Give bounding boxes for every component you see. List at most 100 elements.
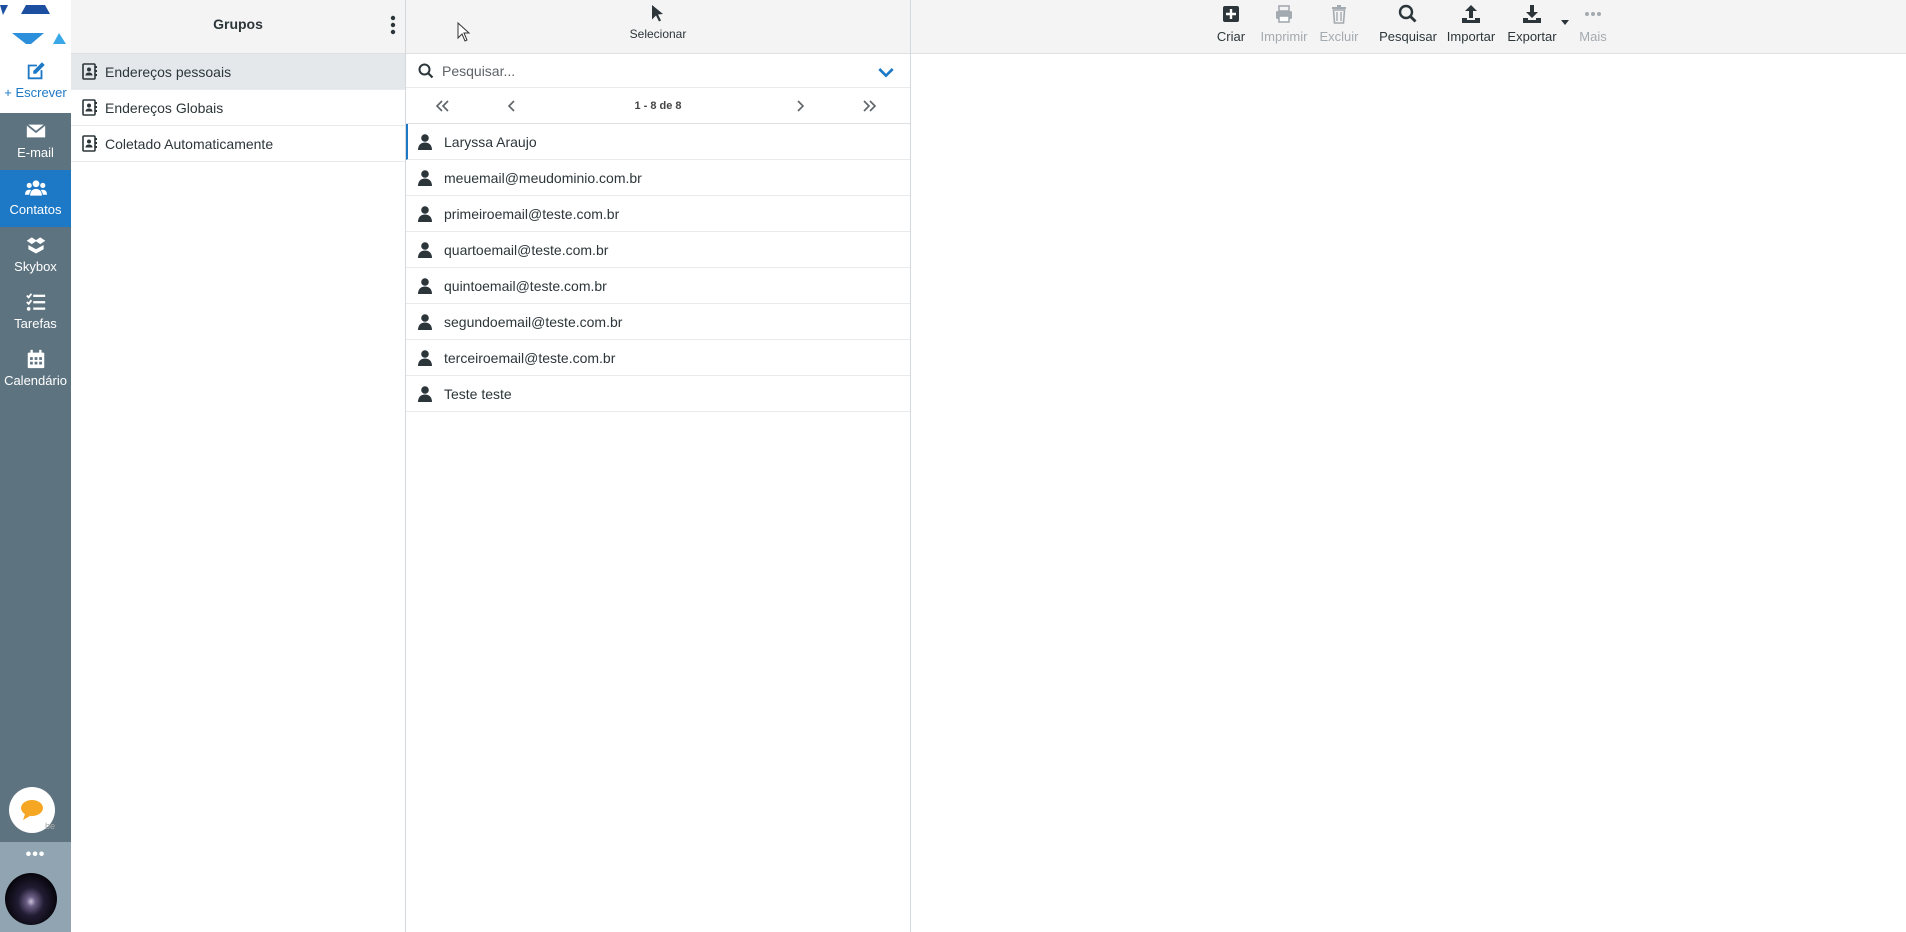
last-page-button[interactable] xyxy=(861,97,879,115)
avatar[interactable] xyxy=(5,873,57,925)
double-chevron-right-icon xyxy=(863,100,877,112)
search-input[interactable] xyxy=(442,62,842,79)
kebab-menu-icon[interactable] xyxy=(389,14,397,36)
contact-name: terceiroemail@teste.com.br xyxy=(444,349,616,366)
app-logo[interactable] xyxy=(0,0,71,53)
nav-item-label: Skybox xyxy=(14,259,57,274)
chat-bubble-icon xyxy=(21,800,43,820)
search-button[interactable]: Pesquisar xyxy=(1377,4,1439,44)
list-item[interactable]: meuemail@meudominio.com.br xyxy=(406,160,910,196)
print-button[interactable]: Imprimir xyxy=(1255,4,1313,44)
list-item[interactable]: quartoemail@teste.com.br xyxy=(406,232,910,268)
boxes-icon xyxy=(26,237,45,254)
mouse-cursor-icon xyxy=(457,22,471,42)
more-button[interactable]: Mais xyxy=(1573,4,1613,44)
download-icon xyxy=(1523,5,1541,23)
pagination: 1 - 8 de 8 xyxy=(406,88,910,124)
search-bar xyxy=(406,54,910,88)
groups-title: Grupos xyxy=(213,16,263,32)
group-item-personal[interactable]: Endereços pessoais xyxy=(71,54,405,90)
contact-name: quartoemail@teste.com.br xyxy=(444,241,609,258)
next-page-button[interactable] xyxy=(791,97,809,115)
caret-down-icon[interactable] xyxy=(1561,20,1569,26)
create-label: Criar xyxy=(1216,29,1246,44)
list-item[interactable]: segundoemail@teste.com.br xyxy=(406,304,910,340)
import-button[interactable]: Importar xyxy=(1442,4,1500,44)
main-toolbar: Criar Imprimir Excluir Pesquisar Importa… xyxy=(911,0,1906,54)
contacts-list: Laryssa Araujo meuemail@meudominio.com.b… xyxy=(406,124,910,412)
contact-name: Teste teste xyxy=(444,385,512,402)
contact-name: meuemail@meudominio.com.br xyxy=(444,169,642,186)
search-icon xyxy=(418,63,434,78)
tasks-icon xyxy=(25,293,45,311)
list-item[interactable]: terceiroemail@teste.com.br xyxy=(406,340,910,376)
page-count: 1 - 8 de 8 xyxy=(634,100,682,112)
nav-item-label: Contatos xyxy=(9,202,62,217)
group-label: Endereços pessoais xyxy=(105,63,232,80)
plus-square-icon xyxy=(1223,6,1239,22)
compose-label: + Escrever xyxy=(4,85,67,100)
address-book-icon xyxy=(82,99,97,116)
person-icon xyxy=(418,169,432,186)
main-navigation: + Escrever E-mail Contatos Skybox Tarefa… xyxy=(0,0,71,932)
list-item[interactable]: quintoemail@teste.com.br xyxy=(406,268,910,304)
groups-header: Grupos xyxy=(71,0,405,54)
contacts-list-panel: Selecionar 1 - 8 de 8 Laryssa Araujo meu… xyxy=(406,0,911,932)
chevron-down-icon[interactable] xyxy=(878,65,894,81)
address-book-icon xyxy=(82,63,97,80)
person-icon xyxy=(418,349,432,366)
pointer-icon xyxy=(652,5,663,22)
calendar-icon xyxy=(27,349,44,369)
nav-item-email[interactable]: E-mail xyxy=(0,113,71,170)
nav-item-calendar[interactable]: Calendário xyxy=(0,341,71,398)
chat-button[interactable]: be xyxy=(9,787,55,833)
trash-icon xyxy=(1332,5,1346,24)
contact-name: primeiroemail@teste.com.br xyxy=(444,205,620,222)
person-icon xyxy=(418,277,432,294)
nav-item-skybox[interactable]: Skybox xyxy=(0,227,71,284)
import-label: Importar xyxy=(1446,29,1496,44)
groups-panel: Grupos Endereços pessoais Endereços Glob… xyxy=(71,0,406,932)
export-button[interactable]: Exportar xyxy=(1504,4,1560,44)
person-icon xyxy=(418,313,432,330)
list-item[interactable]: Teste teste xyxy=(406,376,910,412)
create-button[interactable]: Criar xyxy=(1211,4,1251,44)
contact-name: Laryssa Araujo xyxy=(444,133,537,150)
export-label: Exportar xyxy=(1507,29,1557,44)
nav-item-tasks[interactable]: Tarefas xyxy=(0,284,71,341)
person-icon xyxy=(418,241,432,258)
person-icon xyxy=(418,385,432,402)
list-toolbar: Selecionar xyxy=(406,0,910,54)
nav-item-label: E-mail xyxy=(17,145,54,160)
delete-label: Excluir xyxy=(1319,29,1359,44)
select-button[interactable]: Selecionar xyxy=(406,4,910,41)
contact-name: segundoemail@teste.com.br xyxy=(444,313,623,330)
delete-button[interactable]: Excluir xyxy=(1314,4,1364,44)
group-label: Coletado Automaticamente xyxy=(105,135,274,152)
ellipsis-icon xyxy=(1585,12,1601,16)
upload-icon xyxy=(1462,5,1480,23)
more-label: Mais xyxy=(1579,29,1607,44)
list-item[interactable]: primeiroemail@teste.com.br xyxy=(406,196,910,232)
contact-name: quintoemail@teste.com.br xyxy=(444,277,607,294)
envelope-icon xyxy=(25,123,46,138)
person-icon xyxy=(418,133,432,150)
address-book-icon xyxy=(82,135,97,152)
logo-icon xyxy=(0,5,66,44)
chat-badge: be xyxy=(44,821,55,831)
nav-item-contacts[interactable]: Contatos xyxy=(0,170,71,227)
group-item-global[interactable]: Endereços Globais xyxy=(71,90,405,126)
contact-details-panel: Criar Imprimir Excluir Pesquisar Importa… xyxy=(911,0,1906,932)
select-label: Selecionar xyxy=(629,27,687,41)
compose-icon xyxy=(27,62,45,80)
list-item[interactable]: Laryssa Araujo xyxy=(406,124,910,160)
nav-item-label: Tarefas xyxy=(14,316,57,331)
printer-icon xyxy=(1276,5,1292,23)
more-apps-button[interactable]: ••• xyxy=(0,847,71,863)
group-item-collected[interactable]: Coletado Automaticamente xyxy=(71,126,405,162)
print-label: Imprimir xyxy=(1260,29,1308,44)
group-label: Endereços Globais xyxy=(105,99,224,116)
compose-button[interactable]: + Escrever xyxy=(0,53,71,113)
nav-item-label: Calendário xyxy=(4,373,67,388)
chevron-right-icon xyxy=(797,100,804,112)
